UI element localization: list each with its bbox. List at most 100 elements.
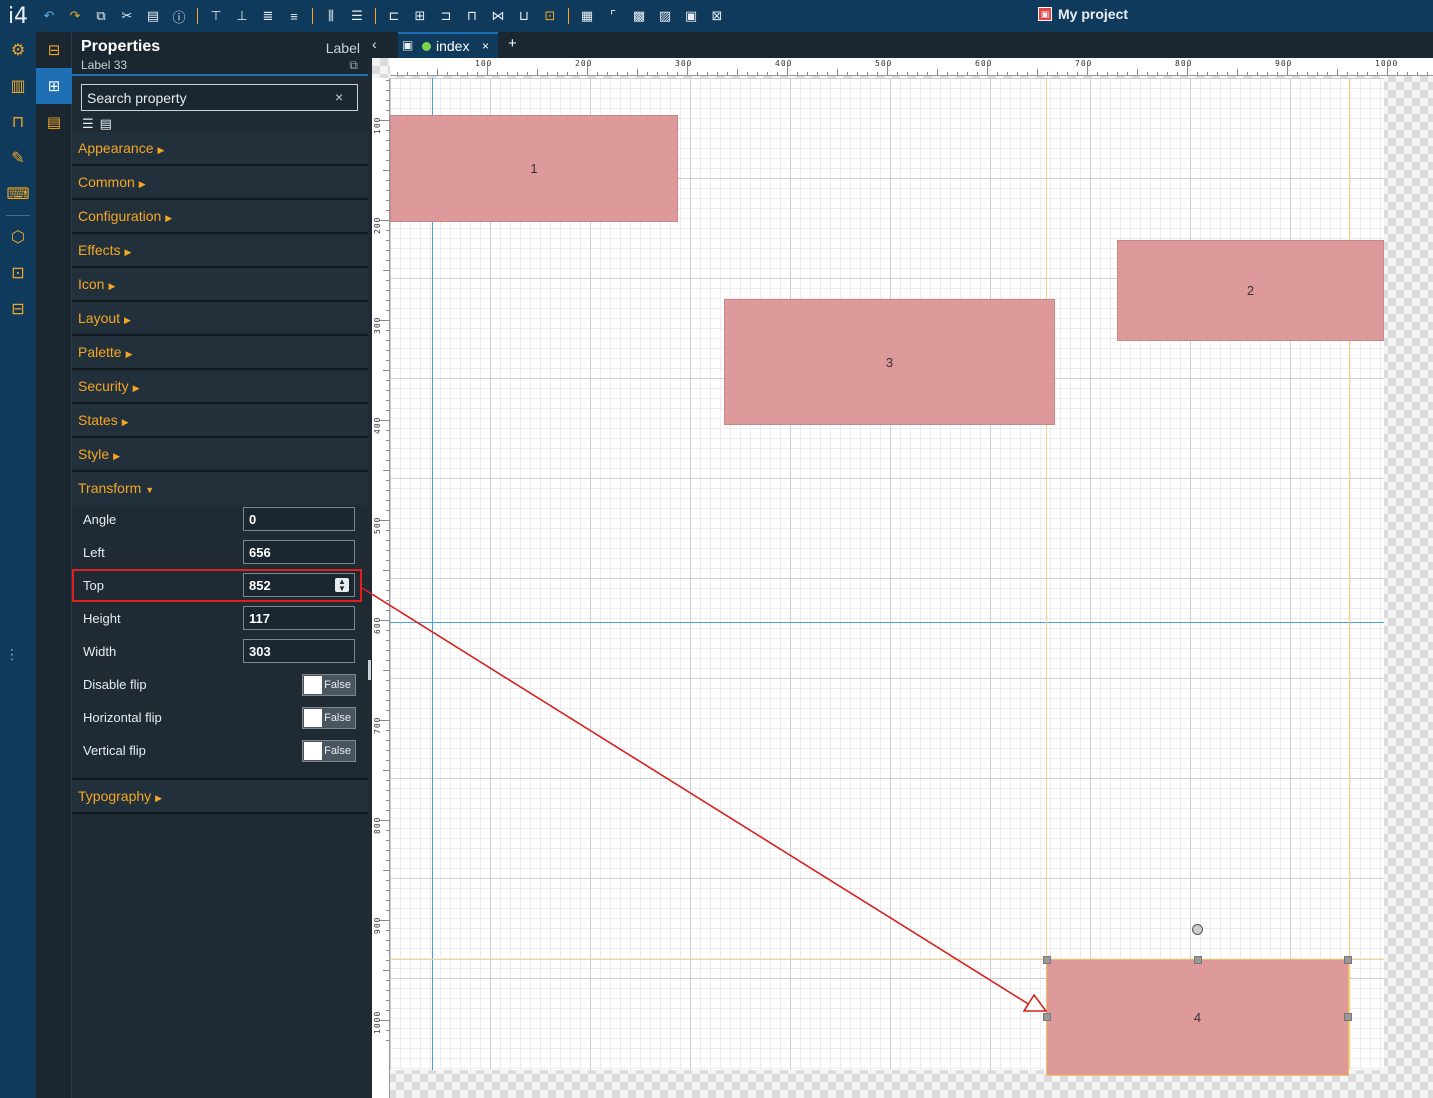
properties-icon[interactable]: ⊞ xyxy=(36,68,72,104)
angle-input[interactable] xyxy=(243,507,355,531)
section-palette[interactable]: Palette ▶ xyxy=(72,336,368,370)
ruler-tick xyxy=(1347,72,1348,75)
lock-icon[interactable]: ⊓ xyxy=(0,104,36,140)
caret-right-icon: ▶ xyxy=(138,179,146,189)
ruler-tick xyxy=(386,580,389,581)
tab-index[interactable]: ▣ index × xyxy=(398,32,498,58)
bring-forward-icon[interactable]: ≣ xyxy=(258,6,278,26)
section-effects[interactable]: Effects ▶ xyxy=(72,234,368,268)
ruler-label: 500 xyxy=(875,59,893,68)
top-toolbar: i4 ↶ ↷ ⧉ ✂ ▤ ⓘ ⊤ ⊥ ≣ ≡ ⫼ ☰ ⊏ ⊞ ⊐ ⊓ ⋈ ⊔ ⊡… xyxy=(0,0,1433,32)
edit-screen-icon[interactable]: ✎ xyxy=(0,140,36,176)
undo-icon[interactable]: ↶ xyxy=(39,6,59,26)
grid-snap-icon[interactable]: ▩ xyxy=(629,6,649,26)
settings-gear-icon[interactable]: ⚙ xyxy=(0,32,36,68)
ruler-tick xyxy=(386,560,389,561)
distribute-vertical-icon[interactable]: ☰ xyxy=(347,6,367,26)
paste-icon[interactable]: ▤ xyxy=(143,6,163,26)
app-logo: i4 xyxy=(7,3,29,29)
rail-resize-handle-icon[interactable]: ⋮ xyxy=(5,646,19,663)
align-right-icon[interactable]: ⊐ xyxy=(436,6,456,26)
ruler-tick xyxy=(1427,72,1428,75)
ruler-tick xyxy=(386,140,389,141)
height-input[interactable] xyxy=(243,606,355,630)
list-view-icon[interactable]: ☰ xyxy=(82,116,94,132)
script-icon[interactable]: ▤ xyxy=(36,104,72,140)
ruler-tick xyxy=(827,72,828,75)
cube-icon[interactable]: ⬡ xyxy=(0,219,36,255)
redo-icon[interactable]: ↷ xyxy=(65,6,85,26)
align-bottom-edge-icon[interactable]: ⊔ xyxy=(514,6,534,26)
ruler-label: 500 xyxy=(373,516,382,534)
section-icon[interactable]: Icon ▶ xyxy=(72,268,368,302)
clear-search-icon[interactable]: × xyxy=(335,89,343,105)
distribute-horizontal-icon[interactable]: ⫼ xyxy=(321,6,341,26)
image-settings-icon[interactable]: ⊡ xyxy=(0,255,36,291)
section-layout[interactable]: Layout ▶ xyxy=(72,302,368,336)
ruler-tick xyxy=(667,72,668,75)
section-states[interactable]: States ▶ xyxy=(72,404,368,438)
chart-icon[interactable]: ▥ xyxy=(0,68,36,104)
close-tab-icon[interactable]: × xyxy=(482,39,489,53)
vertical-flip-toggle[interactable]: False xyxy=(302,740,356,762)
resize-handle-nw[interactable] xyxy=(1043,956,1051,964)
resize-handle-w[interactable] xyxy=(1043,1013,1051,1021)
align-middle-icon[interactable]: ⋈ xyxy=(488,6,508,26)
properties-title: Properties xyxy=(81,38,161,55)
section-style[interactable]: Style ▶ xyxy=(72,438,368,472)
horizontal-flip-toggle[interactable]: False xyxy=(302,707,356,729)
ruler-tick xyxy=(386,800,389,801)
section-security[interactable]: Security ▶ xyxy=(72,370,368,404)
label-element-1[interactable]: 1 xyxy=(390,115,678,222)
add-tab-icon[interactable]: + xyxy=(508,35,517,52)
panel-splitter[interactable] xyxy=(368,660,371,680)
left-input[interactable] xyxy=(243,540,355,564)
rotate-handle[interactable] xyxy=(1192,924,1203,935)
section-appearance[interactable]: Appearance ▶ xyxy=(72,132,368,166)
property-height: Height xyxy=(72,602,368,635)
ruler-tick xyxy=(717,72,718,75)
search-property-input[interactable] xyxy=(81,84,358,111)
resize-handle-n[interactable] xyxy=(1194,956,1202,964)
disable-flip-toggle[interactable]: False xyxy=(302,674,356,696)
align-left-icon[interactable]: ⊏ xyxy=(384,6,404,26)
cut-icon[interactable]: ✂ xyxy=(117,6,137,26)
project-title[interactable]: ▣ My project xyxy=(1038,6,1128,22)
chevron-left-icon[interactable]: ‹ xyxy=(372,36,377,52)
section-typography[interactable]: Typography ▶ xyxy=(72,780,368,814)
resize-handle-ne[interactable] xyxy=(1344,956,1352,964)
ruler-tick xyxy=(397,72,398,75)
label-element-2[interactable]: 2 xyxy=(1117,240,1384,341)
design-canvas[interactable]: 100 200 300 400 500 600 700 800 900 1000 100 200 30… xyxy=(372,58,1433,1098)
info-icon[interactable]: ⓘ xyxy=(169,6,189,26)
resize-handle-e[interactable] xyxy=(1344,1013,1352,1021)
section-configuration[interactable]: Configuration ▶ xyxy=(72,200,368,234)
label-element-3[interactable]: 3 xyxy=(724,299,1055,425)
grid-icon[interactable]: ▦ xyxy=(577,6,597,26)
keyboard-icon[interactable]: ⌨ xyxy=(0,176,36,212)
width-input[interactable] xyxy=(243,639,355,663)
align-bottom-icon[interactable]: ⊥ xyxy=(232,6,252,26)
ruler-tick xyxy=(386,400,389,401)
copy-icon[interactable]: ⧉ xyxy=(349,58,358,73)
fit-screen-icon[interactable]: ⊠ xyxy=(707,6,727,26)
label-element-4[interactable]: 4 xyxy=(1046,959,1349,1076)
grid-dots-icon[interactable]: ▨ xyxy=(655,6,675,26)
grid-lines-icon[interactable]: ▣ xyxy=(681,6,701,26)
ruler-tick xyxy=(1417,72,1418,75)
archive-icon[interactable]: ⊟ xyxy=(0,291,36,327)
ruler-tick xyxy=(1207,72,1208,75)
center-icon[interactable]: ⊡ xyxy=(540,6,560,26)
ruler-icon[interactable]: ⌜ xyxy=(603,6,623,26)
duplicate-icon[interactable]: ⧉ xyxy=(91,6,111,26)
align-center-icon[interactable]: ⊞ xyxy=(410,6,430,26)
toolbox-icon[interactable]: ⊟ xyxy=(36,32,72,68)
align-top-icon[interactable]: ⊤ xyxy=(206,6,226,26)
ruler-tick xyxy=(967,72,968,75)
align-top-edge-icon[interactable]: ⊓ xyxy=(462,6,482,26)
section-common[interactable]: Common ▶ xyxy=(72,166,368,200)
ruler-tick xyxy=(386,160,389,161)
detail-view-icon[interactable]: ▤ xyxy=(100,116,112,132)
section-transform[interactable]: Transform ▼ xyxy=(72,472,368,506)
send-backward-icon[interactable]: ≡ xyxy=(284,6,304,26)
